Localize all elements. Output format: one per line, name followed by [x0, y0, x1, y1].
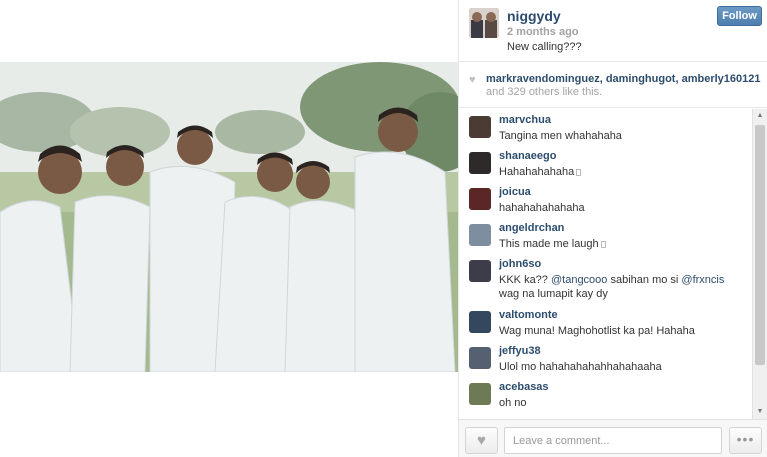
commenter-avatar[interactable]: [469, 224, 491, 246]
comment-text-part: sabihan mo si: [607, 274, 682, 286]
commenter-username[interactable]: angeldrchan: [499, 222, 564, 234]
likes-count[interactable]: and 329 others like this.: [486, 86, 602, 98]
commenter-avatar[interactable]: [469, 383, 491, 405]
post-header: niggydy 2 months ago New calling??? Foll…: [459, 0, 767, 62]
comment-text: Wag muna! Maghohotlist ka pa! Hahaha: [499, 325, 695, 337]
commenter-avatar[interactable]: [469, 311, 491, 333]
heart-icon: ♥: [469, 74, 476, 86]
like-button[interactable]: ♥: [465, 427, 498, 454]
follow-button[interactable]: Follow: [717, 6, 762, 26]
post-caption: New calling???: [507, 41, 582, 53]
emoji-placeholder-icon: [600, 241, 606, 248]
commenter-username[interactable]: jeffyu38: [499, 345, 541, 357]
comment-text: oh no: [499, 397, 527, 409]
comment-text: KKK ka?? @tangcooo sabihan mo si @frxnci…: [499, 273, 744, 301]
likers-list[interactable]: markravendominguez, daminghugot, amberly…: [486, 73, 760, 85]
mention-link[interactable]: @frxncis: [681, 274, 724, 286]
commenter-username[interactable]: acebasas: [499, 381, 549, 393]
comment-text-content: Hahahahahaha: [499, 166, 575, 178]
comment-text: hahahahahahaha: [499, 202, 585, 214]
comment-footer: ♥ •••: [459, 419, 767, 457]
poster-avatar[interactable]: [469, 8, 499, 38]
commenter-username[interactable]: shanaeego: [499, 150, 556, 162]
scroll-up-arrow-icon[interactable]: ▲: [753, 109, 767, 123]
likes-section: ♥ markravendominguez, daminghugot, amber…: [459, 62, 767, 108]
post-photo[interactable]: [0, 62, 458, 372]
commenter-username[interactable]: marvchua: [499, 114, 551, 126]
post-sidebar: niggydy 2 months ago New calling??? Foll…: [458, 0, 767, 457]
user-avatar-icon: [469, 8, 499, 38]
commenter-avatar[interactable]: [469, 347, 491, 369]
comments-list: marvchua Tangina men whahahaha shanaeego…: [459, 109, 767, 419]
post-timestamp[interactable]: 2 months ago: [507, 26, 579, 38]
commenter-avatar[interactable]: [469, 260, 491, 282]
scrollbar-thumb[interactable]: [755, 125, 765, 365]
commenter-username[interactable]: joicua: [499, 186, 531, 198]
commenter-avatar[interactable]: [469, 188, 491, 210]
comment-text-content: This made me laugh: [499, 238, 599, 250]
more-options-button[interactable]: •••: [729, 427, 762, 454]
heart-outline-icon: ♥: [477, 432, 486, 449]
comment-text-part: wag na lumapit kay dy: [499, 288, 608, 300]
comment-input[interactable]: [504, 427, 722, 454]
poster-username[interactable]: niggydy: [507, 8, 561, 24]
comment-text-part: KKK ka??: [499, 274, 551, 286]
comment-text: Hahahahahaha: [499, 165, 744, 179]
commenter-avatar[interactable]: [469, 116, 491, 138]
comment-text: Ulol mo hahahahahahhahahaaha: [499, 361, 662, 373]
commenter-username[interactable]: john6so: [499, 258, 541, 270]
scroll-down-arrow-icon[interactable]: ▼: [753, 405, 767, 419]
photo-illustration: [0, 62, 458, 372]
instagram-post-view: niggydy 2 months ago New calling??? Foll…: [0, 0, 767, 457]
commenter-avatar[interactable]: [469, 152, 491, 174]
commenter-username[interactable]: valtomonte: [499, 309, 558, 321]
comment-text: This made me laugh: [499, 237, 744, 251]
mention-link[interactable]: @tangcooo: [551, 274, 607, 286]
comments-scrollbar[interactable]: ▲ ▼: [752, 109, 767, 419]
emoji-placeholder-icon: [576, 169, 582, 176]
photo-pane: [0, 0, 458, 457]
comment-text: Tangina men whahahaha: [499, 130, 622, 142]
